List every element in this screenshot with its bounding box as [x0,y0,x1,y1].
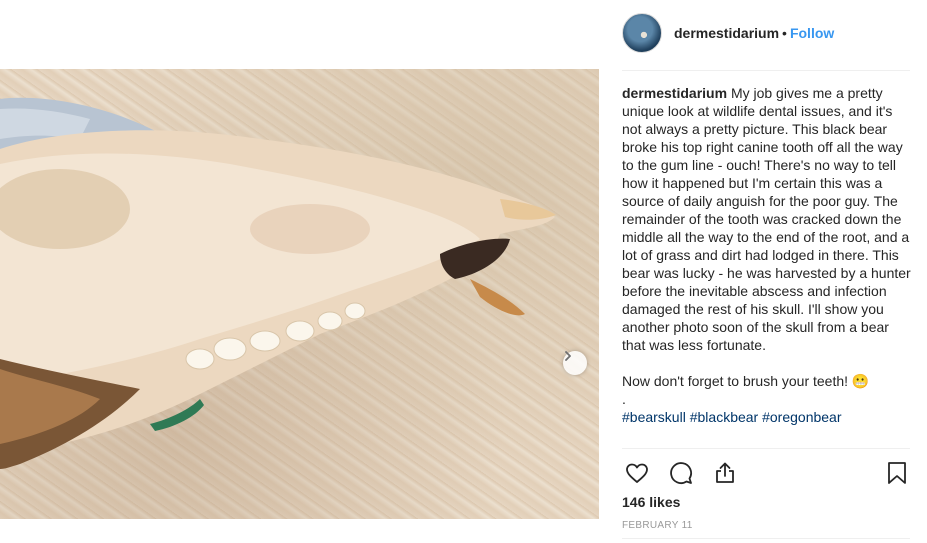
post-sidebar: dermestidarium • Follow dermestidarium My … [600,0,927,543]
post-photo[interactable] [0,69,599,519]
bookmark-icon [888,462,906,484]
like-button[interactable] [622,458,652,488]
divider [622,70,910,71]
divider [622,448,910,449]
separator-dot: • [782,25,787,41]
save-button[interactable] [882,458,912,488]
username-link[interactable]: dermestidarium [674,25,779,41]
hashtag-link[interactable]: #blackbear [690,409,759,425]
caption-text: My job gives me a pretty unique look at … [622,85,911,353]
caption-line2: Now don't forget to brush your teeth! 😬 [622,373,870,389]
post-caption: dermestidarium My job gives me a pretty … [622,84,912,448]
hashtag-link[interactable]: #oregonbear [762,409,841,425]
bear-skull-image [0,97,556,469]
post-date[interactable]: FEBRUARY 11 [622,520,693,531]
header-text: dermestidarium • Follow [674,24,834,42]
caption-dot: . [622,391,626,407]
comment-icon [670,462,692,484]
caption-username[interactable]: dermestidarium [622,85,727,101]
hashtag-list: #bearskull #blackbear #oregonbear [622,408,912,426]
follow-button[interactable]: Follow [790,25,834,41]
instagram-post: dermestidarium • Follow dermestidarium My … [0,0,927,543]
action-bar [622,458,912,488]
share-icon [716,462,734,483]
caption-paragraph: dermestidarium My job gives me a pretty … [622,84,912,354]
avatar[interactable] [622,13,662,53]
likes-count[interactable]: 146 likes [622,494,680,510]
heart-icon [626,463,648,483]
chevron-right-icon [565,351,571,361]
divider [622,538,910,539]
comment-button[interactable] [666,458,696,488]
post-header: dermestidarium • Follow [622,12,910,54]
hashtag-link[interactable]: #bearskull [622,409,686,425]
share-button[interactable] [710,458,740,488]
carousel-next-button[interactable] [563,351,587,375]
